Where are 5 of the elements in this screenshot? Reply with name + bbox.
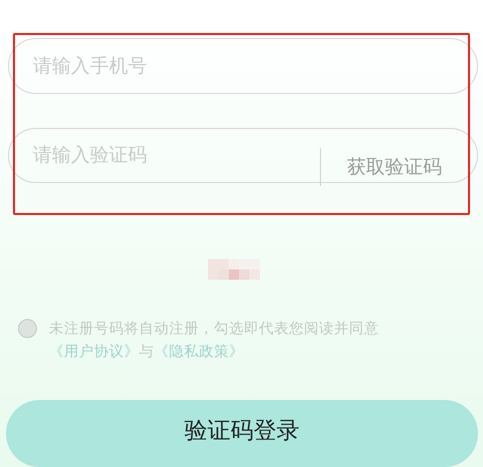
- policy-link[interactable]: 《隐私政策》: [154, 344, 244, 360]
- get-code-button[interactable]: 获取验证码: [347, 154, 442, 180]
- agreement-checkbox[interactable]: [18, 319, 37, 338]
- policy-link[interactable]: 《用户协议》: [49, 344, 139, 360]
- login-button[interactable]: 验证码登录: [6, 400, 478, 467]
